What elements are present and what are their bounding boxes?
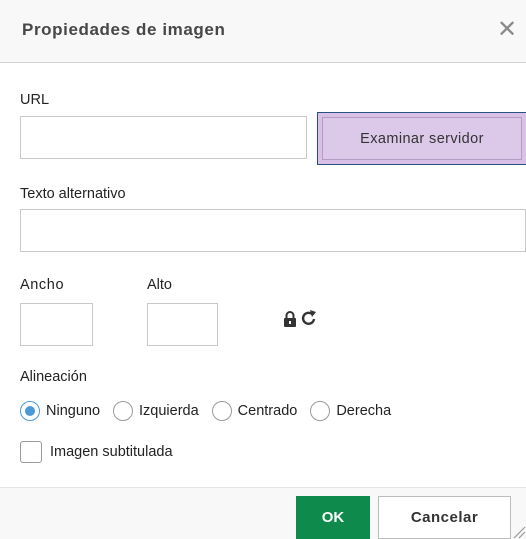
url-input[interactable] xyxy=(20,116,307,159)
radio-button-checked[interactable] xyxy=(20,401,40,421)
radio-label: Izquierda xyxy=(139,403,199,419)
browse-server-button-label: Examinar servidor xyxy=(322,117,522,160)
dialog-title-bar[interactable]: Propiedades de imagen ✕ xyxy=(0,0,526,63)
ok-button[interactable]: OK xyxy=(296,496,370,539)
alignment-option-centrado[interactable]: Centrado xyxy=(211,401,298,421)
alignment-option-derecha[interactable]: Derecha xyxy=(310,401,391,421)
alt-text-label: Texto alternativo xyxy=(20,186,126,202)
radio-label: Centrado xyxy=(237,403,298,419)
width-input[interactable] xyxy=(20,303,93,346)
radio-button[interactable] xyxy=(113,401,134,421)
close-icon[interactable]: ✕ xyxy=(494,16,520,44)
height-input[interactable] xyxy=(147,303,218,346)
resize-grip-icon[interactable] xyxy=(512,522,526,539)
radio-label: Derecha xyxy=(336,403,392,419)
caption-label: Imagen subtitulada xyxy=(50,444,173,460)
alignment-radio-group: Ninguno Izquierda Centrado Derecha xyxy=(20,398,391,424)
radio-button[interactable] xyxy=(310,401,331,421)
lock-icon[interactable] xyxy=(283,310,297,328)
alt-text-input[interactable] xyxy=(20,209,526,252)
alignment-option-izquierda[interactable]: Izquierda xyxy=(113,401,199,421)
url-label: URL xyxy=(20,92,50,108)
caption-checkbox[interactable] xyxy=(20,441,42,463)
alignment-option-ninguno[interactable]: Ninguno xyxy=(20,401,100,421)
radio-label: Ninguno xyxy=(46,403,101,419)
dialog-title: Propiedades de imagen xyxy=(22,20,226,39)
browse-server-button[interactable]: Examinar servidor xyxy=(317,112,526,165)
reset-size-icon[interactable] xyxy=(301,309,317,327)
radio-button[interactable] xyxy=(211,401,232,421)
caption-option[interactable]: Imagen subtitulada xyxy=(20,441,173,463)
cancel-button[interactable]: Cancelar xyxy=(378,496,511,539)
height-label: Alto xyxy=(147,277,172,293)
width-label: Ancho xyxy=(20,277,65,293)
alignment-label: Alineación xyxy=(20,369,87,385)
image-properties-dialog: Propiedades de imagen ✕ URL Examinar ser… xyxy=(0,0,526,539)
